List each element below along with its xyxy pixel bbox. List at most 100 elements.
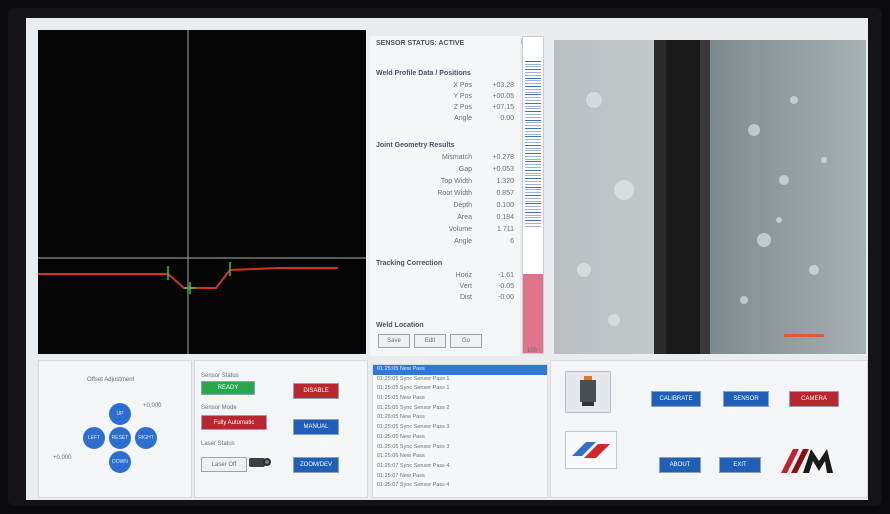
disable-button[interactable]: DISABLE [293, 383, 339, 399]
manual-button[interactable]: MANUAL [293, 419, 339, 435]
laser-camera-icon [247, 455, 273, 469]
right-panel: CALIBRATE SENSOR CAMERA ABOUT EXIT [550, 360, 868, 498]
meter-tick [525, 133, 541, 135]
log-entry[interactable]: 01:25:07 New Pass [373, 472, 547, 482]
log-entry[interactable]: 01:25:05 Sync Sensor Pass 1 [373, 375, 547, 385]
geometry-label: Area [457, 214, 472, 221]
laser-toggle-button[interactable]: Laser Off [201, 457, 247, 472]
correction-value: -1.61 [498, 272, 514, 279]
log-entry[interactable]: 01:25:06 New Pass [373, 452, 547, 462]
calibrate-button[interactable]: CALIBRATE [651, 391, 701, 407]
meter-tick [525, 85, 541, 87]
correction-value: -0.05 [498, 283, 514, 290]
geometry-label: Angle [454, 238, 472, 245]
meter-tick [525, 144, 541, 146]
sensor-button[interactable]: SENSOR [723, 391, 769, 407]
company-logo-icon [781, 449, 833, 473]
section4-title: Weld Location [376, 322, 424, 329]
geometry-value: +0.053 [492, 166, 514, 173]
geometry-value: 0.100 [496, 202, 514, 209]
meter-tick [525, 195, 541, 197]
position-value: +00.05 [492, 93, 514, 100]
meter-tick [525, 223, 541, 225]
jog-right-button[interactable]: RIGHT [135, 427, 157, 449]
meter-tick [525, 161, 541, 163]
meter-tick [525, 183, 541, 185]
correction-label: Horiz [455, 272, 472, 279]
controls-panel: Sensor Status READY Sensor Mode Fully Au… [194, 360, 368, 498]
geometry-label: Volume [448, 226, 472, 233]
jog-title: Offset Adjustment [87, 377, 135, 383]
meter-tick [525, 186, 541, 188]
meter-tick [525, 130, 541, 132]
meter-tick [525, 214, 541, 216]
meter-tick [525, 94, 541, 96]
meter-tick [525, 169, 541, 171]
correction-label: Vert [459, 283, 472, 290]
meter-tick [525, 209, 541, 211]
log-entry[interactable]: 01:25:05 New Pass [373, 413, 547, 423]
meter-tick [525, 136, 541, 138]
meter-tick [525, 181, 541, 183]
position-value: 0.00 [500, 115, 514, 122]
meter-tick [525, 175, 541, 177]
camera-image [554, 40, 866, 354]
log-entry[interactable]: 01:25:05 Sync Sensor Pass 3 [373, 443, 547, 453]
geometry-value: 0.184 [496, 214, 514, 221]
camera-scale-marker [784, 334, 824, 337]
sensor-device-button[interactable] [565, 371, 611, 413]
position-label: Y Pos [453, 93, 472, 100]
log-entry[interactable]: 01:25:07 Sync Sensor Pass 4 [373, 462, 547, 472]
meter-tick [525, 69, 541, 71]
meter-tick [525, 113, 541, 115]
log-entry[interactable]: 01:25:05 New Pass [373, 394, 547, 404]
log-entry[interactable]: 01:25:05 Sync Sensor Pass 3 [373, 423, 547, 433]
meter-tick [525, 192, 541, 194]
meter-tick [525, 74, 541, 76]
jog-left-button[interactable]: LEFT [83, 427, 105, 449]
meter-tick [525, 80, 541, 82]
correction-label: Dist [459, 294, 472, 301]
geometry-label: Root Width [437, 190, 472, 197]
jog-down-button[interactable]: DOWN [109, 451, 131, 473]
meter-tick [525, 172, 541, 174]
meter-tick [525, 139, 541, 141]
sensor-mode-select[interactable]: Fully Automatic [201, 415, 267, 430]
position-label: X Pos [453, 82, 472, 89]
meter-tick [525, 197, 541, 199]
camera-view [554, 40, 866, 354]
brand-logo-icon [572, 442, 610, 458]
event-log[interactable]: 01:25:05 New Pass 01:25:05 Sync Sensor Pa… [372, 364, 548, 498]
meter-tick [525, 125, 541, 127]
position-value: +03.28 [492, 82, 514, 89]
jog-reset-button[interactable]: RESET [109, 427, 131, 449]
log-entry[interactable]: 01:25:05 Sync Sensor Pass 1 [373, 384, 547, 394]
log-entry[interactable]: 01:25:05 New Pass [373, 433, 547, 443]
about-button[interactable]: ABOUT [659, 457, 701, 473]
meter-tick [525, 225, 541, 227]
loc-edit-button[interactable]: Edit [414, 334, 446, 348]
laser-profile-view [38, 30, 366, 354]
meter-tick [525, 66, 541, 68]
position-label: Angle [454, 115, 472, 122]
meter-tick [525, 206, 541, 208]
meter-tick [525, 203, 541, 205]
log-entry[interactable]: 01:25:05 New Pass [373, 365, 547, 375]
geometry-value: 0.857 [496, 190, 514, 197]
loc-save-button[interactable]: Save [378, 334, 410, 348]
sensor-status-indicator: READY [201, 381, 255, 395]
log-entry[interactable]: 01:25:05 Sync Sensor Pass 2 [373, 404, 547, 414]
jog-up-button[interactable]: UP [109, 403, 131, 425]
exit-button[interactable]: EXIT [719, 457, 761, 473]
loc-go-button[interactable]: Go [450, 334, 482, 348]
meter-tick [525, 105, 541, 107]
geometry-label: Gap [458, 166, 472, 173]
geometry-label: Mismatch [442, 154, 472, 161]
zoom-button[interactable]: ZOOM/DEV [293, 457, 339, 473]
log-entry[interactable]: 01:25:07 Sync Sensor Pass 4 [373, 481, 547, 491]
laser-status-label: Laser Status [201, 441, 235, 447]
meter-tick [525, 116, 541, 118]
jog-x-value: +0.000 [143, 403, 162, 409]
camera-button[interactable]: CAMERA [789, 391, 839, 407]
sensor-status-label: Sensor Status [201, 373, 239, 379]
